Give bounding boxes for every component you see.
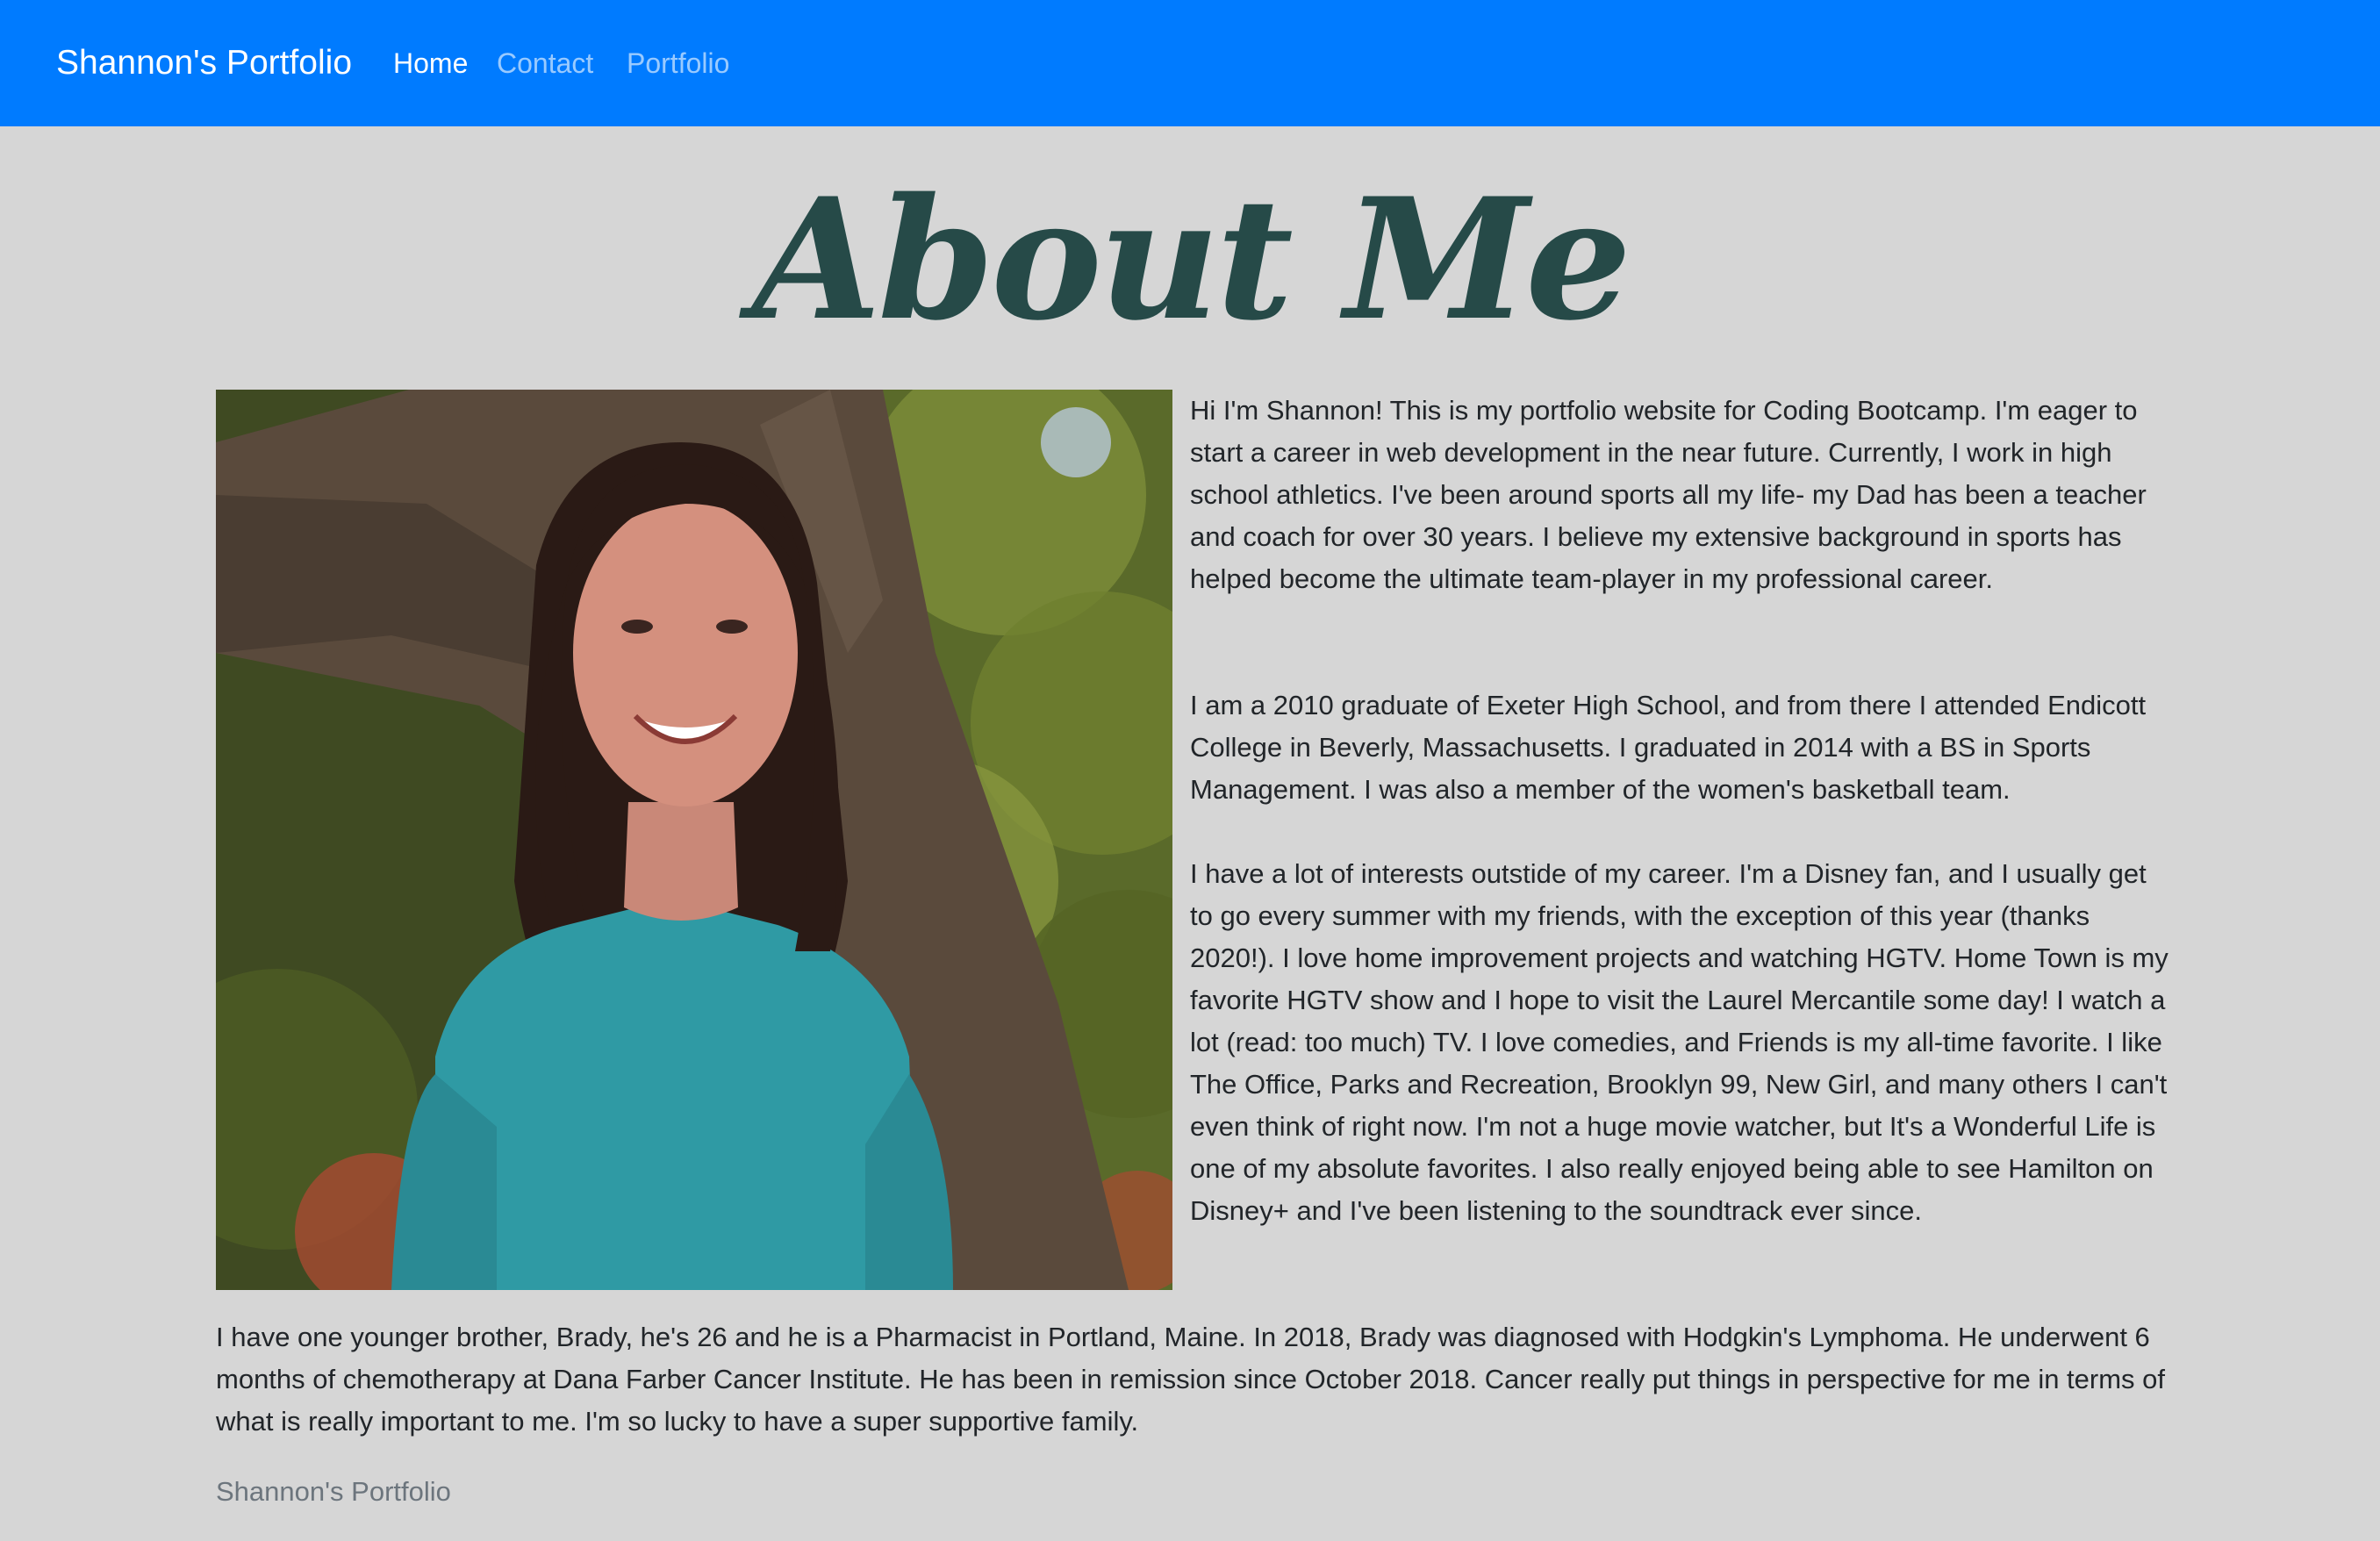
interests-paragraph: I have a lot of interests outstide of my…	[1190, 858, 2169, 1226]
footer-text: Shannon's Portfolio	[216, 1476, 451, 1507]
family-paragraph: I have one younger brother, Brady, he's …	[216, 1322, 2166, 1437]
navbar-brand[interactable]: Shannon's Portfolio	[56, 40, 352, 86]
nav-link-portfolio[interactable]: Portfolio	[627, 42, 729, 84]
intro-paragraph: Hi I'm Shannon! This is my portfolio web…	[1190, 395, 2147, 594]
top-navbar: Shannon's Portfolio Home Contact Portfol…	[0, 0, 2380, 126]
nav-link-contact[interactable]: Contact	[497, 42, 593, 84]
page-title: About Me	[751, 161, 1631, 357]
education-paragraph: I am a 2010 graduate of Exeter High Scho…	[1190, 690, 2147, 805]
profile-photo	[216, 390, 1172, 1290]
nav-link-home[interactable]: Home	[393, 42, 468, 84]
